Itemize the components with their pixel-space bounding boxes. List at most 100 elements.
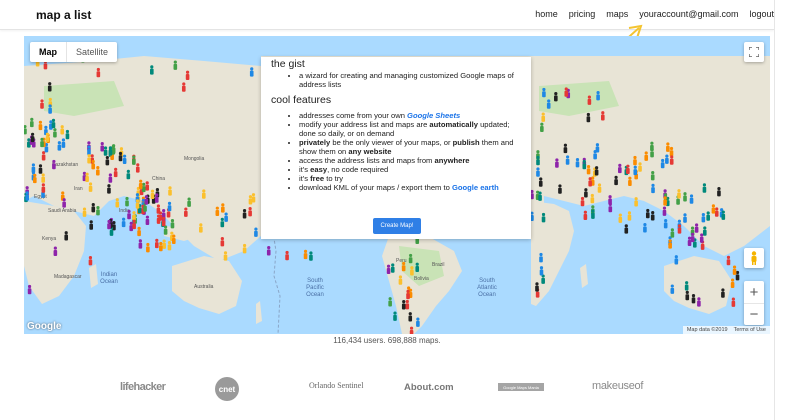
person-marker[interactable] <box>677 224 682 234</box>
person-marker[interactable] <box>202 189 206 199</box>
person-marker[interactable] <box>51 118 56 129</box>
person-marker[interactable] <box>138 239 143 249</box>
person-marker[interactable] <box>401 261 406 272</box>
person-marker[interactable] <box>89 220 94 230</box>
person-marker[interactable] <box>119 147 124 157</box>
person-marker[interactable] <box>691 294 696 304</box>
person-marker[interactable] <box>670 228 675 238</box>
person-marker[interactable] <box>121 217 126 228</box>
person-marker[interactable] <box>144 195 149 205</box>
person-marker[interactable] <box>53 246 58 256</box>
person-marker[interactable] <box>416 317 420 327</box>
person-marker[interactable] <box>650 170 655 181</box>
person-marker[interactable] <box>41 183 46 193</box>
person-marker[interactable] <box>41 173 45 183</box>
person-marker[interactable] <box>731 297 736 307</box>
person-marker[interactable] <box>159 241 163 252</box>
person-marker[interactable] <box>135 199 140 209</box>
person-marker[interactable] <box>251 193 256 203</box>
brand-logo[interactable]: map a list <box>36 8 91 22</box>
person-marker[interactable] <box>730 278 735 288</box>
person-marker[interactable] <box>406 289 410 300</box>
person-marker[interactable] <box>224 212 228 222</box>
person-marker[interactable] <box>60 125 65 135</box>
person-marker[interactable] <box>38 120 43 131</box>
person-marker[interactable] <box>163 225 168 235</box>
person-marker[interactable] <box>582 159 587 170</box>
terms-link[interactable]: Terms of Use <box>734 327 766 333</box>
person-marker[interactable] <box>242 243 247 254</box>
person-marker[interactable] <box>415 262 420 273</box>
person-marker[interactable] <box>167 201 172 212</box>
person-marker[interactable] <box>618 213 623 223</box>
person-marker[interactable] <box>285 250 289 261</box>
person-marker[interactable] <box>154 193 159 203</box>
person-marker[interactable] <box>215 206 220 216</box>
person-marker[interactable] <box>618 163 622 174</box>
person-marker[interactable] <box>91 203 96 213</box>
person-marker[interactable] <box>65 129 70 140</box>
person-marker[interactable] <box>173 60 178 70</box>
person-marker[interactable] <box>628 176 632 187</box>
map-type-map[interactable]: Map <box>30 42 66 62</box>
person-marker[interactable] <box>540 122 544 133</box>
person-marker[interactable] <box>665 154 669 164</box>
person-marker[interactable] <box>40 137 44 148</box>
person-marker[interactable] <box>633 155 637 166</box>
person-marker[interactable] <box>706 211 710 221</box>
person-marker[interactable] <box>115 198 120 208</box>
person-marker[interactable] <box>593 149 597 160</box>
person-marker[interactable] <box>48 104 52 114</box>
person-marker[interactable] <box>643 223 647 233</box>
person-marker[interactable] <box>25 191 29 201</box>
person-marker[interactable] <box>601 111 605 121</box>
person-marker[interactable] <box>170 218 175 229</box>
person-marker[interactable] <box>580 196 585 207</box>
person-marker[interactable] <box>108 146 113 156</box>
person-marker[interactable] <box>127 209 131 220</box>
person-marker[interactable] <box>711 204 716 214</box>
nav-maps[interactable]: maps <box>606 9 628 19</box>
person-marker[interactable] <box>150 189 155 199</box>
person-marker[interactable] <box>663 218 668 229</box>
person-marker[interactable] <box>684 281 689 291</box>
person-marker[interactable] <box>645 208 650 219</box>
person-marker[interactable] <box>64 231 69 241</box>
person-marker[interactable] <box>401 300 406 310</box>
person-marker[interactable] <box>126 169 131 180</box>
person-marker[interactable] <box>721 288 725 298</box>
person-marker[interactable] <box>697 297 701 307</box>
person-marker[interactable] <box>137 226 141 237</box>
person-marker[interactable] <box>677 189 681 199</box>
person-marker[interactable] <box>732 265 737 275</box>
person-marker[interactable] <box>542 87 546 98</box>
person-marker[interactable] <box>699 233 704 243</box>
person-marker[interactable] <box>541 274 545 284</box>
person-marker[interactable] <box>145 181 150 191</box>
person-marker[interactable] <box>608 195 612 205</box>
person-marker[interactable] <box>45 132 50 143</box>
person-marker[interactable] <box>694 223 699 233</box>
person-marker[interactable] <box>624 224 629 234</box>
person-marker[interactable] <box>587 95 592 105</box>
person-marker[interactable] <box>536 155 540 166</box>
person-marker[interactable] <box>146 242 150 253</box>
person-marker[interactable] <box>82 207 87 217</box>
person-marker[interactable] <box>597 183 602 193</box>
person-marker[interactable] <box>626 164 630 174</box>
person-marker[interactable] <box>266 246 271 256</box>
person-marker[interactable] <box>541 212 546 223</box>
person-marker[interactable] <box>61 138 66 148</box>
person-marker[interactable] <box>85 172 89 183</box>
person-marker[interactable] <box>254 227 258 237</box>
person-marker[interactable] <box>168 186 172 196</box>
person-marker[interactable] <box>132 155 136 165</box>
person-marker[interactable] <box>660 158 665 169</box>
person-marker[interactable] <box>674 255 679 265</box>
person-marker[interactable] <box>27 284 32 295</box>
person-marker[interactable] <box>535 282 539 292</box>
person-marker[interactable] <box>683 192 687 202</box>
person-marker[interactable] <box>408 253 413 264</box>
nav-logout[interactable]: logout <box>749 9 774 19</box>
person-marker[interactable] <box>669 155 674 165</box>
